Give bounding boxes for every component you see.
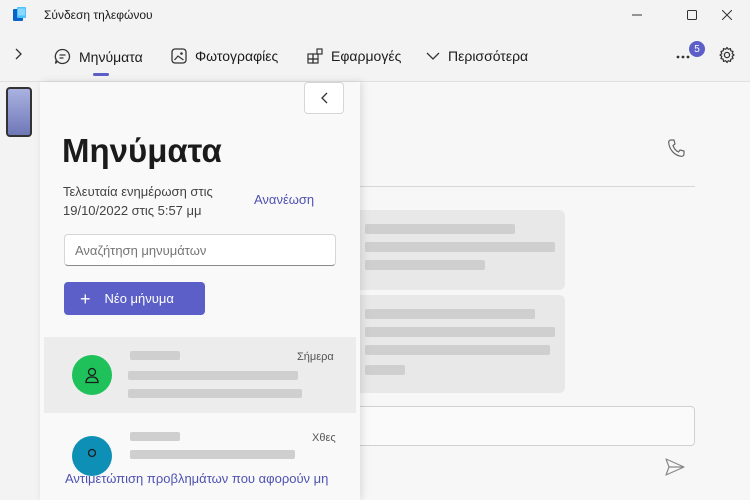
expand-sidebar-button[interactable] [10,44,28,64]
tab-more-label: Περισσότερα [448,48,529,64]
message-bubble [355,295,565,393]
chevron-right-icon [15,48,22,60]
notification-badge: 5 [689,41,705,57]
page-title: Μηνύματα [62,132,222,169]
plus-icon: + [80,288,91,309]
search-input[interactable] [64,234,336,266]
title-bar: Σύνδεση τηλεφώνου [0,0,750,30]
tab-apps-label: Εφαρμογές [331,48,402,64]
chat-icon [54,48,71,65]
new-message-label: Νέο μήνυμα [104,291,174,306]
app-title: Σύνδεση τηλεφώνου [44,8,153,22]
list-item[interactable]: Σήμερα [44,337,356,413]
gear-icon [719,46,735,64]
messages-panel: Μηνύματα Τελευταία ενημέρωση στις 19/10/… [40,82,360,500]
troubleshoot-link[interactable]: Αντιμετώπιση προβλημάτων που αφορούν μη [65,471,360,486]
last-updated-text: Τελευταία ενημέρωση στις 19/10/2022 στις… [63,184,213,218]
conversation-date: Χθες [312,432,336,444]
minimize-button[interactable] [614,0,660,30]
minimize-icon [632,14,642,16]
avatar [72,436,112,476]
conversation-header-divider [355,186,695,187]
tab-photos-label: Φωτογραφίες [195,48,279,64]
chevron-left-icon [321,92,328,104]
new-message-button[interactable]: + Νέο μήνυμα [64,282,205,315]
conversation-date: Σήμερα [297,351,334,363]
close-button[interactable] [704,0,750,30]
chevron-down-icon [426,52,440,60]
maximize-icon [687,10,697,20]
tab-messages[interactable]: Μηνύματα [54,48,143,65]
close-icon [722,10,732,20]
selected-tab-indicator [93,73,109,76]
message-compose-field[interactable] [355,406,695,446]
list-item[interactable]: Χθες [44,418,356,478]
avatar [72,355,112,395]
phone-icon[interactable] [667,138,685,158]
message-bubble [355,210,565,290]
tab-apps[interactable]: Εφαρμογές [307,48,401,64]
tab-photos[interactable]: Φωτογραφίες [171,48,278,64]
nav-bar: Μηνύματα Φωτογραφίες Εφαρμογές Περισσότε… [0,30,750,82]
send-icon[interactable] [665,458,685,476]
refresh-link[interactable]: Ανανέωση [254,192,314,207]
settings-button[interactable] [718,46,738,66]
more-horizontal-icon [676,55,690,59]
collapse-panel-button[interactable] [304,82,344,114]
device-thumbnail[interactable] [6,87,32,137]
apps-icon [307,48,323,64]
phone-link-logo-icon [13,7,26,21]
photos-icon [171,48,187,64]
tab-more[interactable]: Περισσότερα [426,48,528,64]
person-icon [85,367,99,384]
tab-messages-label: Μηνύματα [79,48,143,65]
person-icon [87,448,97,458]
